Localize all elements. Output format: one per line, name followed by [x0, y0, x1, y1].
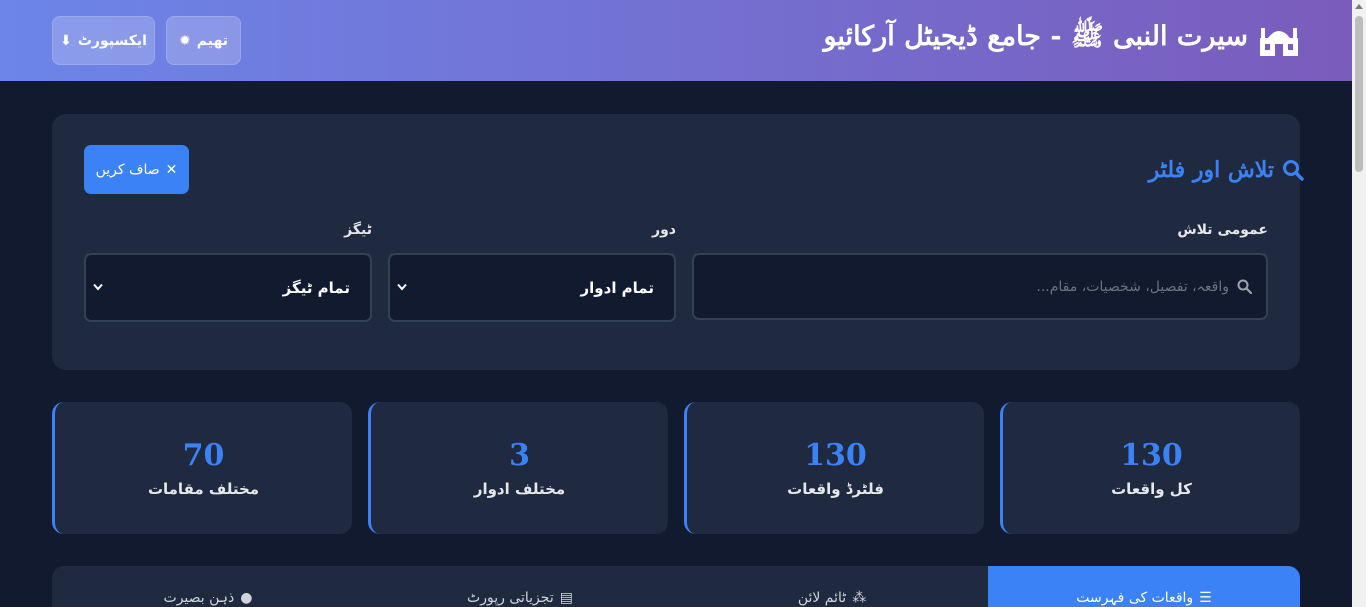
lightbulb-icon: ● [240, 590, 253, 606]
stat-label: مختلف مقامات [147, 479, 260, 498]
stat-label: فلٹرڈ واقعات [787, 479, 884, 498]
page-scrollbar[interactable] [1352, 0, 1366, 607]
sun-icon: ✹ [179, 32, 191, 49]
stat-card-places: 70 مختلف مقامات [52, 402, 352, 534]
stat-card-total-events: 130 کل واقعات [1000, 402, 1300, 534]
stat-card-eras: 3 مختلف ادوار [368, 402, 668, 534]
list-icon: ☰ [1199, 590, 1212, 606]
stat-value: 130 [1120, 437, 1183, 473]
app-brand: سیرت النبی ﷺ - جامع ڈیجیٹل آرکائیو [823, 14, 1300, 64]
filter-panel [52, 114, 1300, 370]
app-header: سیرت النبی ﷺ - جامع ڈیجیٹل آرکائیو تھیم … [0, 0, 1352, 81]
stat-label: مختلف ادوار [473, 479, 566, 498]
stat-value: 3 [509, 437, 530, 473]
chevron-down-icon [397, 283, 407, 291]
view-tabs: ☰ واقعات کی فہرست ⁂ ٹائم لائن ▤ تجزیاتی … [52, 566, 1300, 607]
theme-button[interactable]: تھیم ✹ [166, 16, 241, 65]
export-label: ایکسپورٹ [77, 32, 147, 49]
scrollbar-thumb[interactable] [1355, 16, 1363, 172]
search-placeholder: واقعہ، تفصیل، شخصیات، مقام... [1036, 278, 1229, 295]
close-icon: ✕ [165, 161, 178, 178]
stat-value: 70 [182, 437, 225, 473]
tab-events-list[interactable]: ☰ واقعات کی فہرست [988, 566, 1300, 607]
era-selected-value: تمام ادوار [580, 278, 654, 297]
chart-icon: ▤ [559, 590, 573, 606]
clear-filters-button[interactable]: ✕ صاف کریں [84, 145, 189, 194]
stat-label: کل واقعات [1111, 479, 1192, 498]
search-label: عمومی تلاش [1177, 222, 1268, 238]
tab-timeline[interactable]: ⁂ ٹائم لائن [676, 566, 988, 607]
mosque-icon [1260, 28, 1298, 56]
download-icon: ⬇ [60, 32, 72, 49]
filter-panel-title: تلاش اور فلٹر [1149, 157, 1304, 183]
app-title: سیرت النبی ﷺ - جامع ڈیجیٹل آرکائیو [823, 21, 1248, 52]
tab-analysis-report[interactable]: ▤ تجزیاتی رپورٹ [364, 566, 676, 607]
chevron-down-icon [93, 283, 103, 291]
stat-value: 130 [804, 437, 867, 473]
timeline-icon: ⁂ [852, 590, 867, 606]
scroll-up-arrow[interactable] [1355, 4, 1363, 9]
tags-selected-value: تمام ٹیگز [282, 278, 350, 297]
export-button[interactable]: ایکسپورٹ ⬇ [52, 16, 155, 65]
tags-label: ٹیگز [344, 222, 372, 238]
era-label: دور [652, 222, 676, 238]
search-icon [1283, 160, 1304, 181]
search-input[interactable]: واقعہ، تفصیل، شخصیات، مقام... [692, 253, 1268, 320]
search-field-icon [1237, 279, 1252, 294]
theme-label: تھیم [196, 32, 228, 49]
era-select[interactable]: تمام ادوار [388, 253, 676, 322]
tags-select[interactable]: تمام ٹیگز [84, 253, 372, 322]
stat-card-filtered-events: 130 فلٹرڈ واقعات [684, 402, 984, 534]
tab-insights[interactable]: ● ذہن بصیرت [52, 566, 364, 607]
